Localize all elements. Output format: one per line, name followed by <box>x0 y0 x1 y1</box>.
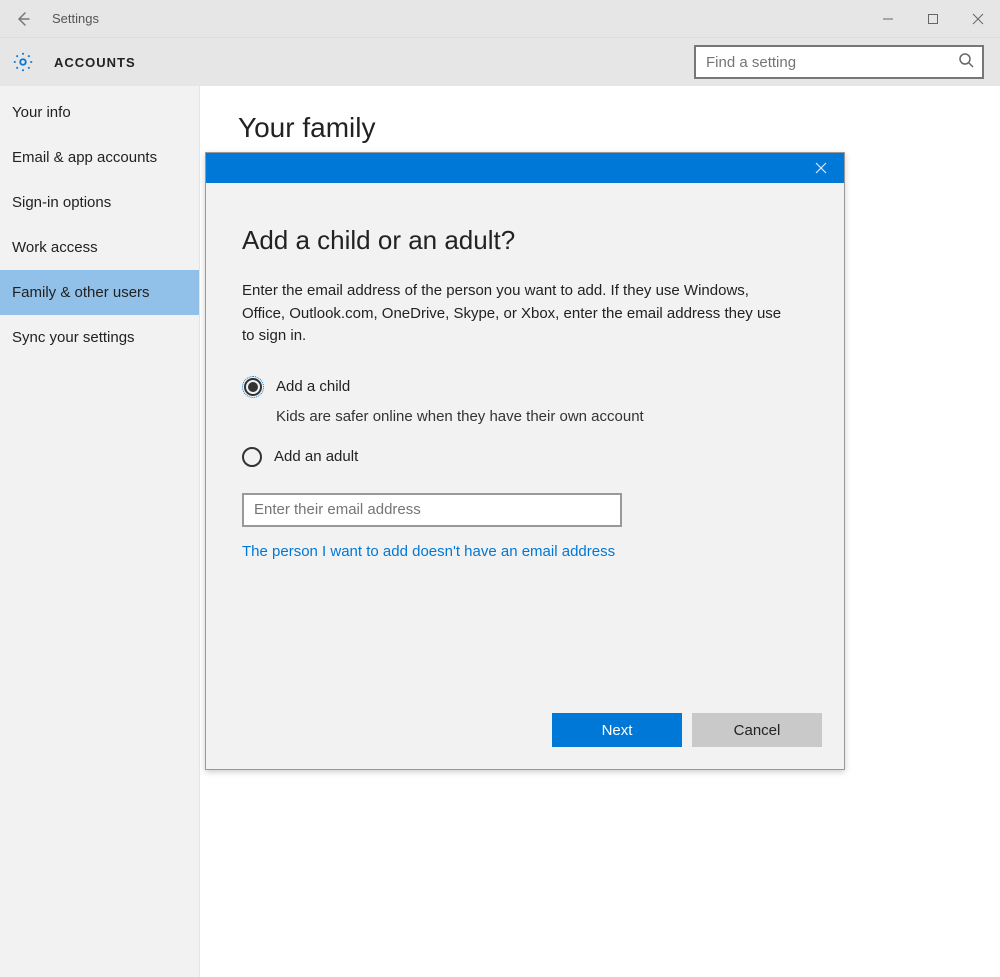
radio-add-child[interactable]: Add a child <box>242 376 808 398</box>
settings-header: ACCOUNTS <box>0 38 1000 86</box>
next-button[interactable]: Next <box>552 713 682 747</box>
sidebar-item-label: Email & app accounts <box>12 149 157 166</box>
radio-button-icon <box>242 376 264 398</box>
window-title: Settings <box>46 11 99 26</box>
back-arrow-icon <box>15 11 31 27</box>
window-titlebar: Settings <box>0 0 1000 38</box>
sidebar-item-family-users[interactable]: Family & other users <box>0 270 199 315</box>
dialog-titlebar <box>206 153 844 183</box>
search-icon <box>958 52 974 73</box>
dialog-title: Add a child or an adult? <box>242 225 808 256</box>
minimize-icon <box>882 13 894 25</box>
gear-icon <box>12 51 34 73</box>
email-input[interactable] <box>242 493 622 527</box>
radio-button-icon <box>242 447 262 467</box>
button-label: Next <box>602 722 633 739</box>
sidebar-item-label: Work access <box>12 239 98 256</box>
sidebar-item-label: Your info <box>12 104 71 121</box>
sidebar-item-your-info[interactable]: Your info <box>0 90 199 135</box>
search-box[interactable] <box>694 45 984 79</box>
dialog-description: Enter the email address of the person yo… <box>242 280 782 348</box>
sidebar-item-work-access[interactable]: Work access <box>0 225 199 270</box>
radio-label: Add a child <box>276 378 350 395</box>
section-title: ACCOUNTS <box>54 55 136 70</box>
sidebar-item-label: Sign-in options <box>12 194 111 211</box>
close-window-button[interactable] <box>955 0 1000 38</box>
maximize-button[interactable] <box>910 0 955 38</box>
radio-label: Add an adult <box>274 448 358 465</box>
button-label: Cancel <box>734 722 781 739</box>
sidebar-item-sync-settings[interactable]: Sync your settings <box>0 315 199 360</box>
sidebar-item-label: Family & other users <box>12 284 150 301</box>
cancel-button[interactable]: Cancel <box>692 713 822 747</box>
page-heading: Your family <box>238 112 962 144</box>
sidebar-item-email-accounts[interactable]: Email & app accounts <box>0 135 199 180</box>
dialog-footer: Next Cancel <box>206 713 844 769</box>
radio-add-adult[interactable]: Add an adult <box>242 447 808 467</box>
add-person-dialog: Add a child or an adult? Enter the email… <box>205 152 845 770</box>
back-button[interactable] <box>0 0 46 38</box>
close-icon <box>972 13 984 25</box>
dialog-close-button[interactable] <box>804 153 838 183</box>
sidebar-item-signin-options[interactable]: Sign-in options <box>0 180 199 225</box>
radio-child-sublabel: Kids are safer online when they have the… <box>276 408 808 425</box>
close-icon <box>815 162 827 174</box>
no-email-link[interactable]: The person I want to add doesn't have an… <box>242 543 808 560</box>
sidebar-item-label: Sync your settings <box>12 329 135 346</box>
maximize-icon <box>927 13 939 25</box>
settings-sidebar: Your info Email & app accounts Sign-in o… <box>0 86 200 977</box>
search-input[interactable] <box>706 54 958 71</box>
minimize-button[interactable] <box>865 0 910 38</box>
